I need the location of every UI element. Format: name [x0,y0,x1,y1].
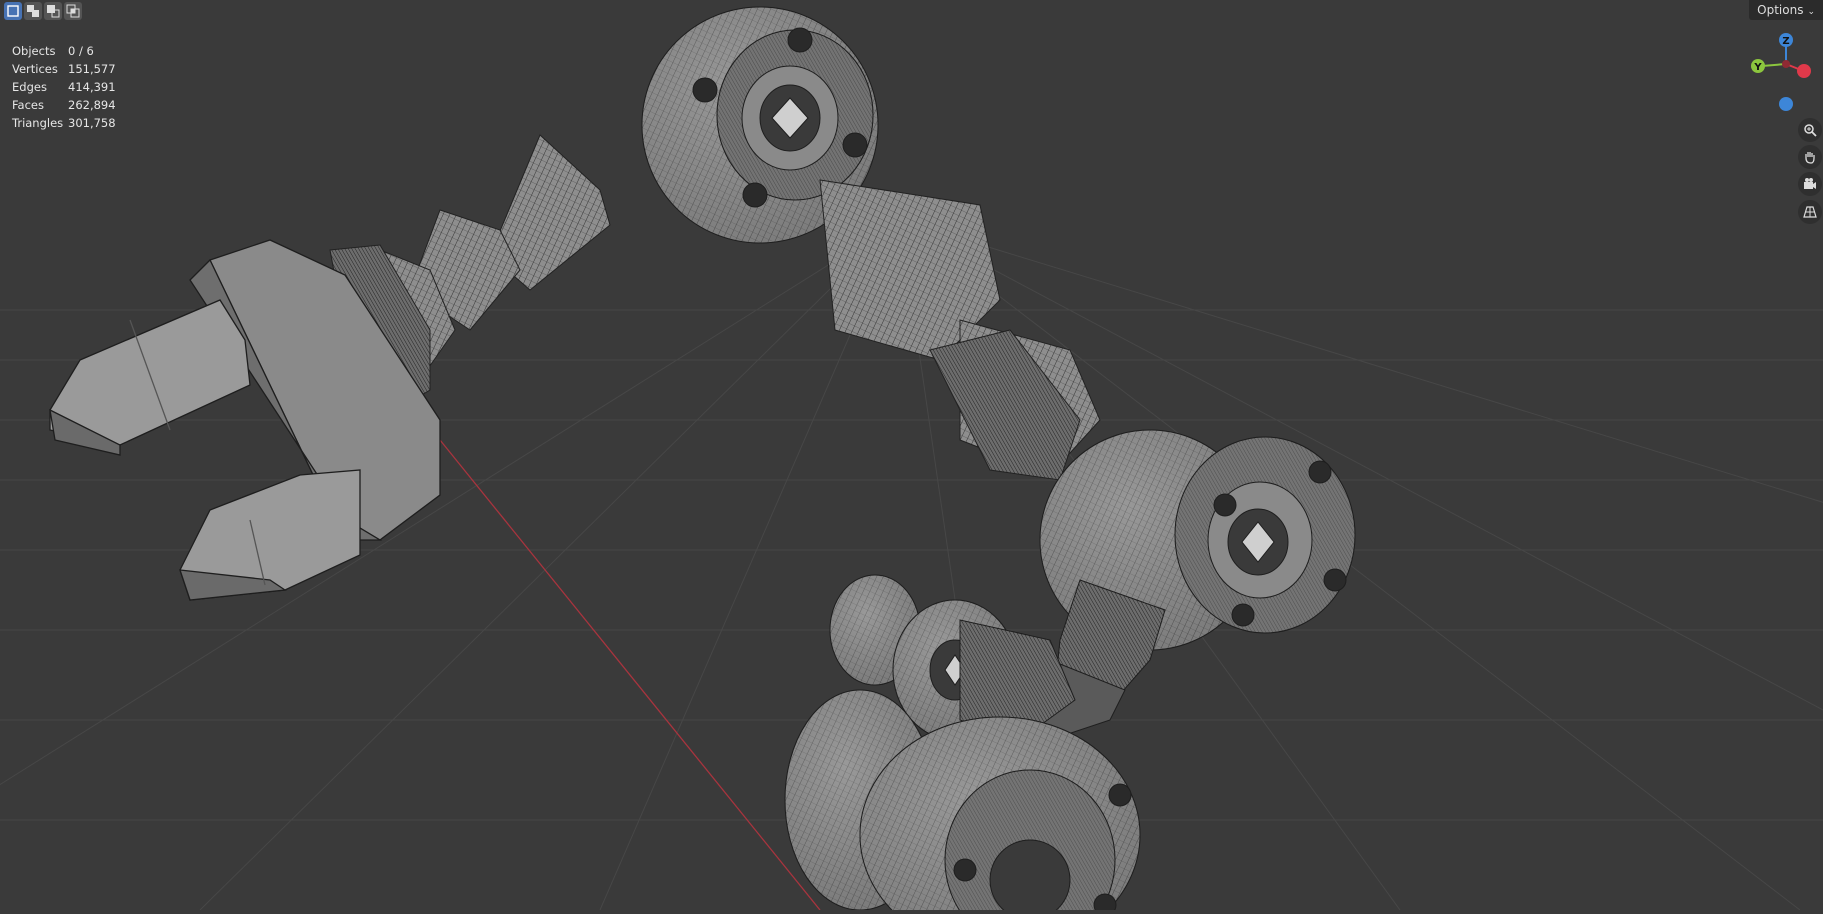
stat-row: Vertices 151,577 [12,60,116,78]
stat-row: Triangles 301,758 [12,114,116,132]
navigation-gizmo[interactable]: Z Y [1744,28,1814,118]
stat-label: Objects [12,44,56,58]
gizmo-x-axis-icon[interactable] [1797,64,1811,78]
stat-label: Edges [12,80,47,94]
viewport-scene [0,6,1823,914]
pan-hand-icon[interactable] [1798,145,1822,169]
stat-row: Edges 414,391 [12,78,116,96]
select-subtract-icon[interactable] [44,2,62,20]
select-intersect-icon[interactable] [64,2,82,20]
gizmo-z-label: Z [1782,36,1789,47]
gizmo-neg-z-icon[interactable] [1779,97,1793,111]
stat-value: 151,577 [68,62,116,76]
stat-label: Vertices [12,62,58,76]
select-extend-icon[interactable] [24,2,42,20]
grid-perspective-icon[interactable] [1798,200,1822,224]
zoom-icon[interactable] [1798,118,1822,142]
forearm [819,179,1101,481]
stat-row: Faces 262,894 [12,96,116,114]
chevron-down-icon: ⌄ [1807,7,1815,17]
options-dropdown[interactable]: Options ⌄ [1749,0,1823,20]
stat-label: Faces [12,98,44,112]
selection-mode-bar [0,0,82,22]
stat-value: 0 / 6 [68,44,94,58]
stat-row: Objects 0 / 6 [12,42,116,60]
x-axis-line [439,439,821,911]
3d-viewport[interactable]: Objects 0 / 6 Vertices 151,577 Edges 414,39… [0,0,1823,914]
stat-value: 262,894 [68,98,116,112]
stat-value: 414,391 [68,80,116,94]
gizmo-y-label: Y [1753,62,1762,73]
gizmo-neg-x-icon[interactable] [1782,60,1790,68]
camera-icon[interactable] [1798,172,1822,196]
stat-value: 301,758 [68,116,116,130]
select-box-icon[interactable] [4,2,22,20]
options-label: Options [1757,3,1804,17]
scene-statistics: Objects 0 / 6 Vertices 151,577 Edges 414,39… [12,42,116,132]
stat-label: Triangles [12,116,64,130]
